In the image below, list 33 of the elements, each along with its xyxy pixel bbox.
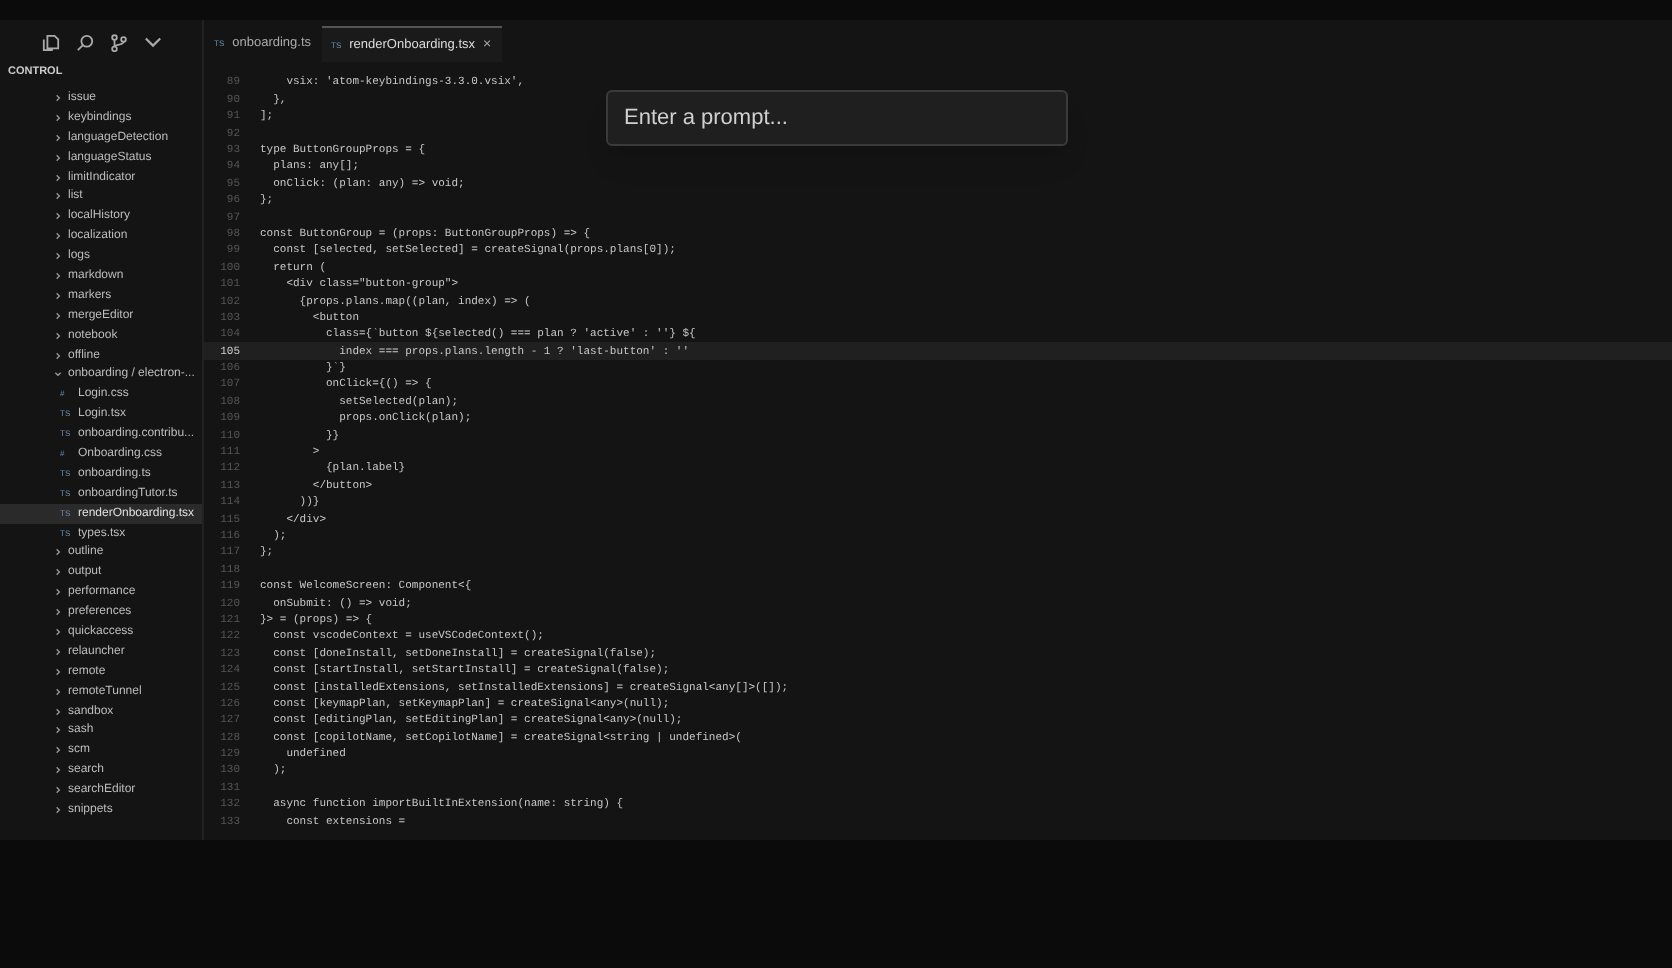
chevron-right-icon	[54, 568, 62, 577]
chevron-right-icon	[54, 766, 62, 775]
chevron-right-icon	[54, 173, 62, 181]
chevron-right-icon	[54, 232, 62, 241]
chevron-right-icon	[54, 291, 62, 300]
chevron-right-icon	[54, 707, 62, 716]
files-icon[interactable]	[42, 33, 60, 51]
chevron-right-icon	[54, 212, 62, 221]
chevron-right-icon	[54, 252, 62, 261]
chevron-right-icon	[54, 113, 62, 122]
chevron-right-icon	[54, 608, 62, 617]
chevron-right-icon	[54, 133, 62, 142]
chevron-right-icon	[54, 667, 62, 676]
chevron-right-icon	[54, 331, 62, 340]
chevron-right-icon	[54, 351, 62, 360]
chevron-right-icon	[54, 192, 62, 201]
chevron-right-icon	[54, 786, 62, 795]
chevron-right-icon	[54, 627, 62, 636]
chevron-right-icon	[54, 311, 62, 320]
chevron-right-icon	[54, 548, 62, 557]
chevron-right-icon	[54, 93, 62, 102]
chevron-right-icon	[54, 746, 62, 755]
chevron-right-icon	[54, 153, 62, 162]
chevron-right-icon	[54, 588, 62, 597]
chevron-right-icon	[54, 647, 62, 656]
chevron-down-icon[interactable]	[144, 36, 162, 48]
chevron-right-icon	[54, 687, 62, 696]
chevron-right-icon	[54, 806, 62, 814]
chevron-right-icon	[54, 726, 62, 735]
prompt-input[interactable]: Enter a prompt...	[606, 90, 1068, 146]
search-icon[interactable]	[76, 33, 94, 51]
source-control-icon[interactable]	[110, 33, 128, 51]
chevron-right-icon	[54, 271, 62, 280]
